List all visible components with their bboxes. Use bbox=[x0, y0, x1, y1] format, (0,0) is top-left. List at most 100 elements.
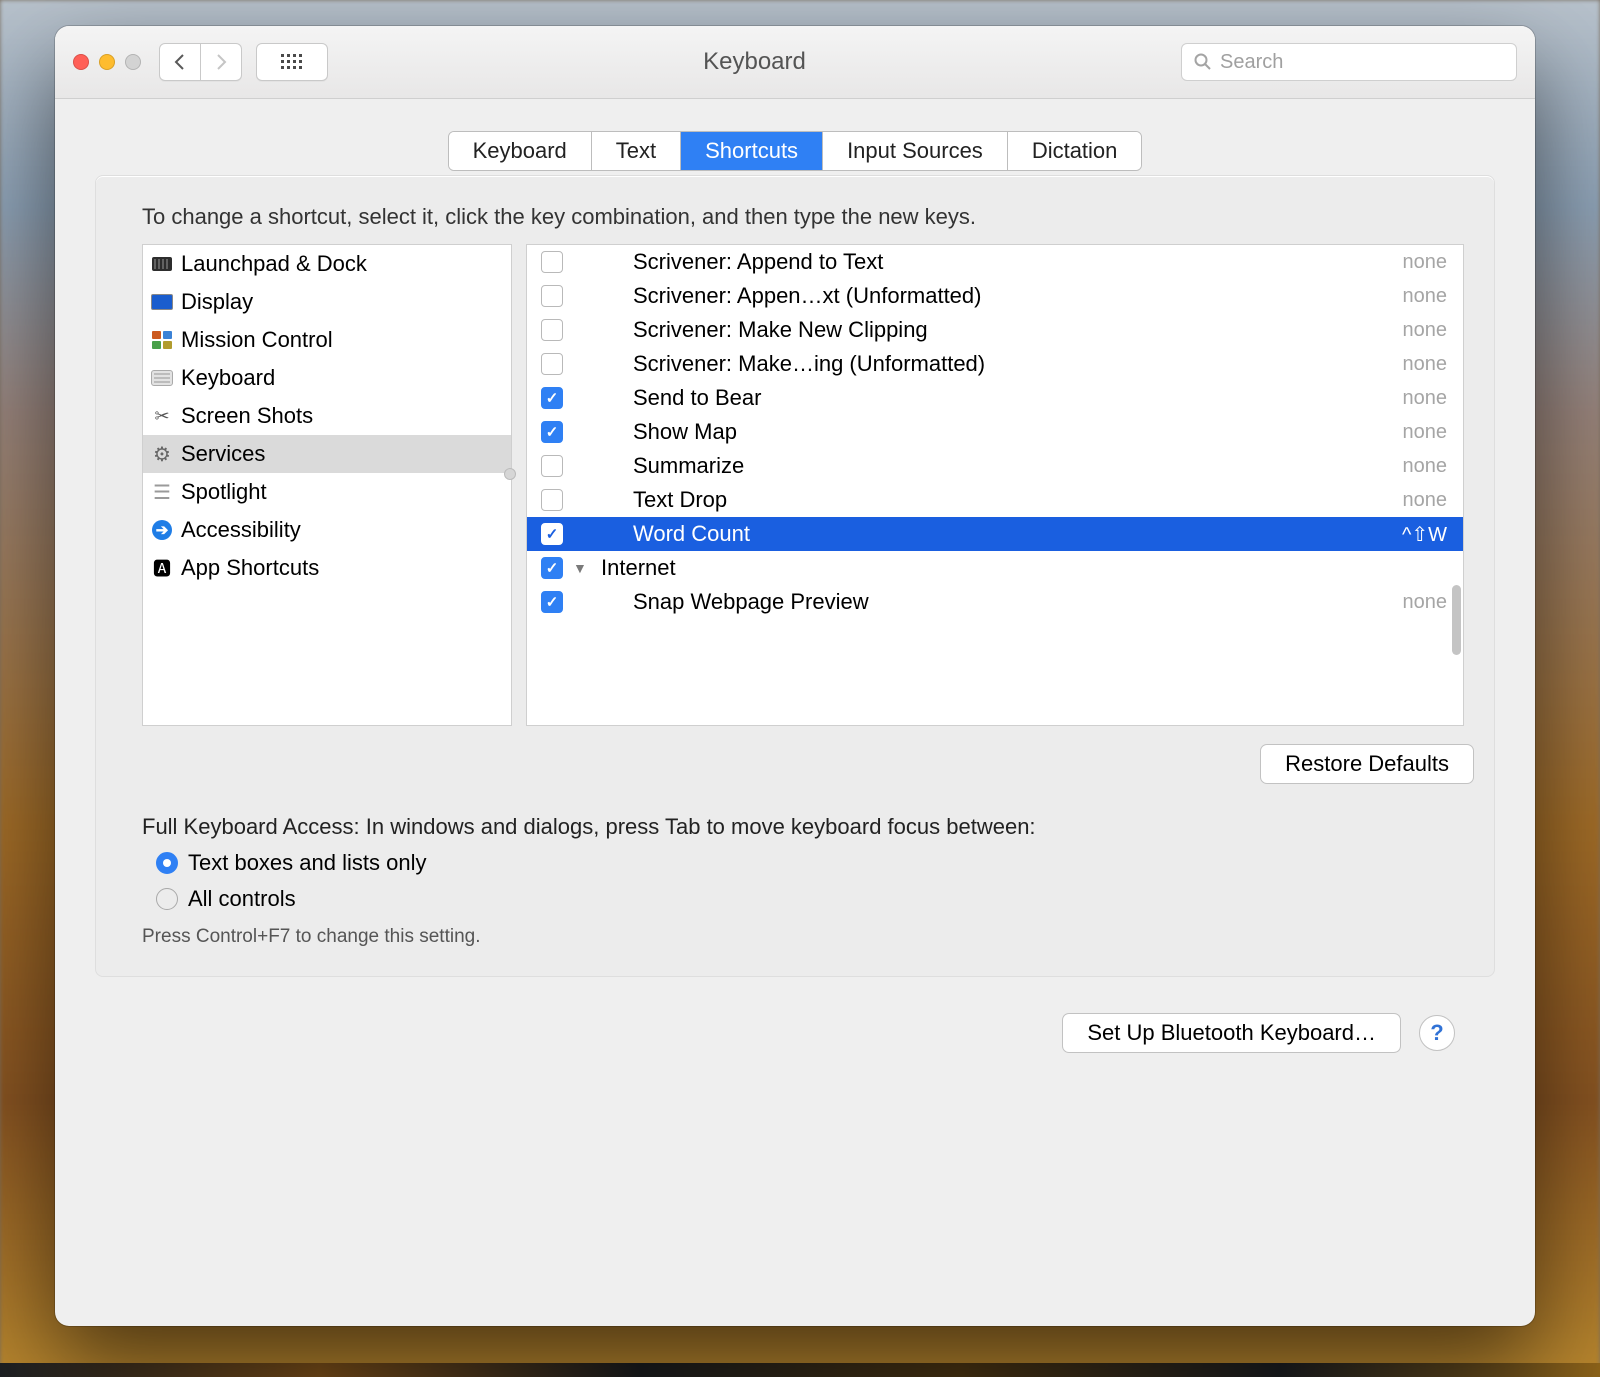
sidebar-item-label: Screen Shots bbox=[181, 403, 313, 429]
restore-defaults-button[interactable]: Restore Defaults bbox=[1260, 744, 1474, 784]
shortcut-row[interactable]: Scrivener: Make…ing (Unformatted) none bbox=[527, 347, 1463, 381]
column-resize-handle[interactable] bbox=[504, 468, 516, 480]
shortcut-row[interactable]: ✓ Snap Webpage Preview none bbox=[527, 585, 1463, 619]
shortcut-key[interactable]: none bbox=[1403, 591, 1448, 614]
fka-option-all-controls[interactable]: All controls bbox=[156, 886, 1494, 912]
f7-hint-label: Press Control+F7 to change this setting. bbox=[142, 926, 1494, 948]
checkbox[interactable] bbox=[541, 489, 563, 511]
scrollbar-thumb[interactable] bbox=[1452, 585, 1461, 655]
launchpad-icon bbox=[151, 253, 173, 275]
chevron-left-icon bbox=[174, 54, 186, 70]
instruction-label: To change a shortcut, select it, click t… bbox=[142, 180, 1494, 230]
shortcut-key[interactable]: none bbox=[1403, 251, 1448, 274]
accessibility-icon: ➔ bbox=[151, 519, 173, 541]
sidebar-item-label: Display bbox=[181, 289, 253, 315]
shortcut-row[interactable]: Text Drop none bbox=[527, 483, 1463, 517]
tab-text[interactable]: Text bbox=[591, 132, 680, 170]
shortcut-row[interactable]: Scrivener: Appen…xt (Unformatted) none bbox=[527, 279, 1463, 313]
sidebar-item-mission-control[interactable]: Mission Control bbox=[143, 321, 511, 359]
shortcut-row[interactable]: Summarize none bbox=[527, 449, 1463, 483]
tab-keyboard[interactable]: Keyboard bbox=[449, 132, 591, 170]
checkbox[interactable] bbox=[541, 353, 563, 375]
shortcut-label: Summarize bbox=[633, 453, 1393, 479]
category-list[interactable]: Launchpad & Dock Display Mission Control… bbox=[142, 244, 512, 726]
sidebar-item-services[interactable]: ⚙︎Services bbox=[143, 435, 511, 473]
shortcut-key[interactable]: none bbox=[1403, 421, 1448, 444]
sidebar-item-label: Mission Control bbox=[181, 327, 333, 353]
radio-button[interactable] bbox=[156, 888, 178, 910]
sidebar-item-keyboard[interactable]: Keyboard bbox=[143, 359, 511, 397]
sidebar-item-app-shortcuts[interactable]: 🅰︎App Shortcuts bbox=[143, 549, 511, 587]
shortcut-group-row[interactable]: ✓ ▼ Internet bbox=[527, 551, 1463, 585]
radio-button[interactable] bbox=[156, 852, 178, 874]
shortcut-key[interactable]: none bbox=[1403, 353, 1448, 376]
sidebar-item-spotlight[interactable]: ☰Spotlight bbox=[143, 473, 511, 511]
shortcut-row[interactable]: ✓ Send to Bear none bbox=[527, 381, 1463, 415]
back-button[interactable] bbox=[159, 43, 201, 81]
checkbox[interactable] bbox=[541, 285, 563, 307]
shortcut-label: Scrivener: Append to Text bbox=[633, 249, 1393, 275]
sidebar-item-accessibility[interactable]: ➔Accessibility bbox=[143, 511, 511, 549]
checkbox[interactable]: ✓ bbox=[541, 523, 563, 545]
disclosure-triangle-icon[interactable]: ▼ bbox=[573, 560, 587, 576]
checkbox[interactable] bbox=[541, 455, 563, 477]
shortcut-key[interactable]: ^⇧W bbox=[1402, 522, 1447, 547]
sidebar-item-display[interactable]: Display bbox=[143, 283, 511, 321]
sidebar-item-label: Services bbox=[181, 441, 265, 467]
shortcut-label: Scrivener: Make New Clipping bbox=[633, 317, 1393, 343]
sidebar-item-label: Launchpad & Dock bbox=[181, 251, 367, 277]
shortcut-label: Scrivener: Appen…xt (Unformatted) bbox=[633, 283, 1393, 309]
checkbox[interactable]: ✓ bbox=[541, 591, 563, 613]
keyboard-icon bbox=[151, 367, 173, 389]
shortcut-group-label: Internet bbox=[601, 555, 1447, 581]
window-controls bbox=[73, 54, 141, 70]
show-all-button[interactable] bbox=[256, 43, 328, 81]
chevron-right-icon bbox=[215, 54, 227, 70]
tab-input-sources[interactable]: Input Sources bbox=[822, 132, 1007, 170]
shortcut-key[interactable]: none bbox=[1403, 455, 1448, 478]
window-title: Keyboard bbox=[338, 48, 1171, 76]
checkbox[interactable] bbox=[541, 251, 563, 273]
tab-shortcuts[interactable]: Shortcuts bbox=[680, 132, 822, 170]
shortcut-label: Snap Webpage Preview bbox=[633, 589, 1393, 615]
sidebar-item-screen-shots[interactable]: ✂︎Screen Shots bbox=[143, 397, 511, 435]
zoom-button bbox=[125, 54, 141, 70]
shortcut-row[interactable]: Scrivener: Append to Text none bbox=[527, 245, 1463, 279]
shortcut-key[interactable]: none bbox=[1403, 319, 1448, 342]
minimize-button[interactable] bbox=[99, 54, 115, 70]
shortcut-key[interactable]: none bbox=[1403, 285, 1448, 308]
shortcut-label: Show Map bbox=[633, 419, 1393, 445]
shortcut-key[interactable]: none bbox=[1403, 489, 1448, 512]
content-panel: To change a shortcut, select it, click t… bbox=[95, 175, 1495, 977]
fka-option-text-boxes[interactable]: Text boxes and lists only bbox=[156, 850, 1494, 876]
sidebar-item-label: Keyboard bbox=[181, 365, 275, 391]
shortcut-key[interactable]: none bbox=[1403, 387, 1448, 410]
shortcut-label: Scrivener: Make…ing (Unformatted) bbox=[633, 351, 1393, 377]
checkbox[interactable]: ✓ bbox=[541, 387, 563, 409]
close-button[interactable] bbox=[73, 54, 89, 70]
checkbox[interactable]: ✓ bbox=[541, 421, 563, 443]
shortcut-list[interactable]: Scrivener: Append to Text none Scrivener:… bbox=[526, 244, 1464, 726]
grid-icon bbox=[281, 54, 303, 70]
full-keyboard-access-label: Full Keyboard Access: In windows and dia… bbox=[142, 814, 1494, 840]
shortcut-row[interactable]: ✓ Word Count ^⇧W bbox=[527, 517, 1463, 551]
dock-reflection bbox=[0, 1363, 1600, 1377]
shortcut-label: Word Count bbox=[633, 521, 1392, 547]
forward-button[interactable] bbox=[201, 43, 242, 81]
mission-control-icon bbox=[151, 329, 173, 351]
checkbox[interactable] bbox=[541, 319, 563, 341]
titlebar: Keyboard Search bbox=[55, 26, 1535, 99]
sidebar-item-launchpad[interactable]: Launchpad & Dock bbox=[143, 245, 511, 283]
sidebar-item-label: App Shortcuts bbox=[181, 555, 319, 581]
search-input[interactable]: Search bbox=[1181, 43, 1517, 81]
display-icon bbox=[151, 291, 173, 313]
shortcut-row[interactable]: Scrivener: Make New Clipping none bbox=[527, 313, 1463, 347]
preferences-window: Keyboard Search Keyboard Text Shortcuts … bbox=[55, 26, 1535, 1326]
setup-bluetooth-button[interactable]: Set Up Bluetooth Keyboard… bbox=[1062, 1013, 1401, 1053]
shortcut-row[interactable]: ✓ Show Map none bbox=[527, 415, 1463, 449]
shortcut-label: Send to Bear bbox=[633, 385, 1393, 411]
tab-dictation[interactable]: Dictation bbox=[1007, 132, 1142, 170]
checkbox[interactable]: ✓ bbox=[541, 557, 563, 579]
shortcut-label: Text Drop bbox=[633, 487, 1393, 513]
help-button[interactable]: ? bbox=[1419, 1015, 1455, 1051]
